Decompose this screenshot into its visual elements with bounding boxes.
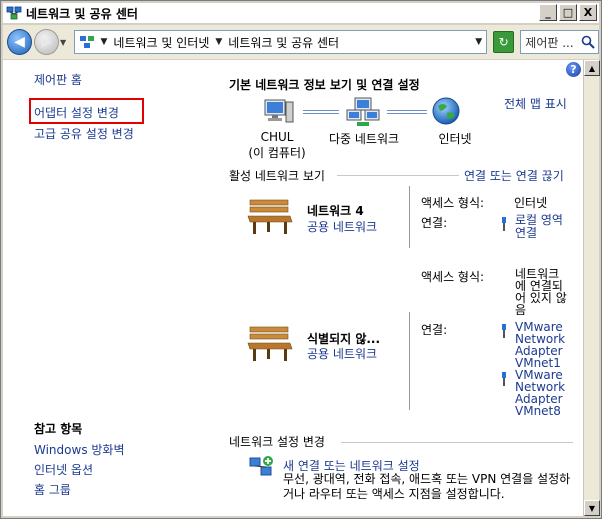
multiple-networks-label: 다중 네트워크 bbox=[328, 132, 400, 146]
see-also-heading: 참고 항목 bbox=[34, 422, 83, 436]
scroll-down-button[interactable]: ▼ bbox=[584, 500, 600, 516]
breadcrumb-network-internet[interactable]: 네트워크 및 인터넷 bbox=[113, 34, 209, 51]
new-connection-icon bbox=[249, 456, 273, 476]
maximize-button[interactable]: □ bbox=[559, 4, 577, 21]
ethernet-adapter-icon bbox=[502, 324, 506, 338]
sidebar-change-adapter-settings[interactable]: 어댑터 설정 변경 bbox=[29, 98, 144, 124]
internet-label: 인터넷 bbox=[438, 132, 472, 146]
computer-icon bbox=[264, 99, 294, 123]
access-type-label: 액세스 형식: bbox=[421, 270, 485, 284]
access-type-label: 액세스 형식: bbox=[421, 196, 485, 210]
network-divider bbox=[409, 312, 410, 410]
section-divider bbox=[337, 175, 459, 176]
vertical-scrollbar[interactable]: ▲ ▼ bbox=[583, 60, 600, 516]
bench-icon bbox=[247, 326, 293, 361]
network-type-link[interactable]: 공용 네트워크 bbox=[307, 218, 377, 235]
access-type-value: 인터넷 bbox=[514, 196, 548, 210]
window-title: 네트워크 및 공유 센터 bbox=[26, 6, 138, 21]
window-frame: 네트워크 및 공유 센터 _ □ X ◀ ▶ ▼ ▼ 네트워크 및 인터넷 ▼ … bbox=[0, 0, 602, 519]
connection-label: 연결: bbox=[421, 323, 448, 337]
new-connection-description: 무선, 광대역, 전화 접속, 애드혹 또는 VPN 연결을 설정하거나 라우터… bbox=[283, 472, 571, 501]
internet-globe-icon bbox=[432, 97, 460, 125]
address-bar: ◀ ▶ ▼ ▼ 네트워크 및 인터넷 ▼ 네트워크 및 공유 센터 ▼ ↻ 제어… bbox=[3, 25, 599, 59]
search-placeholder: 제어판 ... bbox=[525, 35, 574, 50]
vmnet8-adapter-link[interactable]: VMware Network Adapter VMnet8 bbox=[515, 369, 565, 417]
close-button[interactable]: X bbox=[579, 4, 597, 21]
sidebar-advanced-sharing[interactable]: 고급 공유 설정 변경 bbox=[34, 125, 134, 142]
see-also-internet-options-link[interactable]: 인터넷 옵션 bbox=[34, 461, 93, 478]
network-type-link[interactable]: 공용 네트워크 bbox=[307, 345, 377, 362]
computer-caption: (이 컴퓨터) bbox=[248, 146, 306, 160]
forward-button[interactable]: ▶ bbox=[33, 29, 59, 55]
map-connector-line bbox=[387, 110, 427, 114]
sidebar-control-panel-home[interactable]: 제어판 홈 bbox=[34, 71, 82, 88]
breadcrumb-separator[interactable]: ▼ bbox=[101, 37, 108, 47]
connection-label: 연결: bbox=[421, 216, 448, 230]
forward-arrow-icon: ▶ bbox=[41, 34, 52, 50]
connect-disconnect-link[interactable]: 연결 또는 연결 끊기 bbox=[464, 167, 564, 184]
content-pane: ? 제어판 홈 어댑터 설정 변경 고급 공유 설정 변경 참고 항목 Wind… bbox=[3, 60, 583, 516]
network-map: CHUL (이 컴퓨터) 다중 네트워크 인터넷 bbox=[241, 94, 501, 164]
bench-icon bbox=[247, 199, 293, 234]
vmnet1-adapter-link[interactable]: VMware Network Adapter VMnet1 bbox=[515, 321, 565, 369]
network-folder-icon bbox=[79, 36, 94, 48]
computer-name: CHUL bbox=[260, 130, 294, 144]
ethernet-adapter-icon bbox=[502, 372, 506, 386]
network-divider bbox=[409, 186, 410, 248]
active-networks-heading: 활성 네트워크 보기 bbox=[229, 169, 325, 183]
local-area-line2[interactable]: 연결 bbox=[515, 227, 563, 240]
map-connector-line bbox=[303, 110, 339, 114]
back-arrow-icon: ◀ bbox=[14, 34, 25, 50]
page-title: 기본 네트워크 정보 보기 및 연결 설정 bbox=[229, 78, 420, 92]
refresh-button[interactable]: ↻ bbox=[493, 31, 515, 53]
address-dropdown[interactable]: ▼ bbox=[475, 37, 482, 47]
breadcrumb-separator[interactable]: ▼ bbox=[215, 37, 222, 47]
full-map-link[interactable]: 전체 맵 표시 bbox=[504, 95, 567, 112]
recent-pages-dropdown[interactable]: ▼ bbox=[60, 38, 70, 47]
breadcrumb[interactable]: ▼ 네트워크 및 인터넷 ▼ 네트워크 및 공유 센터 ▼ bbox=[73, 30, 488, 54]
change-settings-heading: 네트워크 설정 변경 bbox=[229, 435, 325, 449]
sidebar-adapter-label[interactable]: 어댑터 설정 변경 bbox=[34, 106, 119, 120]
access-type-value: 네트워크 에 연결되 어 있지 않 음 bbox=[515, 268, 567, 316]
access-line: 음 bbox=[515, 303, 527, 317]
see-also-firewall-link[interactable]: Windows 방화벽 bbox=[34, 441, 125, 458]
breadcrumb-sharing-center[interactable]: 네트워크 및 공유 센터 bbox=[228, 34, 339, 51]
scroll-up-button[interactable]: ▲ bbox=[584, 60, 600, 76]
see-also-homegroup-link[interactable]: 홈 그룹 bbox=[34, 481, 71, 498]
network-center-icon bbox=[6, 6, 22, 20]
title-bar: 네트워크 및 공유 센터 _ □ X bbox=[3, 3, 599, 23]
network-name: 네트워크 4 bbox=[307, 204, 364, 218]
adapter-line[interactable]: VMnet8 bbox=[515, 405, 565, 417]
refresh-icon: ↻ bbox=[498, 35, 509, 49]
multiple-networks-icon bbox=[346, 97, 380, 126]
search-input[interactable]: 제어판 ... bbox=[520, 30, 599, 54]
minimize-button[interactable]: _ bbox=[539, 4, 557, 21]
ethernet-adapter-icon bbox=[502, 217, 506, 231]
help-icon[interactable]: ? bbox=[566, 62, 581, 77]
section-divider bbox=[341, 442, 573, 443]
local-area-connection-link[interactable]: 로컬 영역 연결 bbox=[515, 214, 563, 240]
back-button[interactable]: ◀ bbox=[7, 29, 32, 55]
search-icon[interactable] bbox=[581, 35, 595, 49]
